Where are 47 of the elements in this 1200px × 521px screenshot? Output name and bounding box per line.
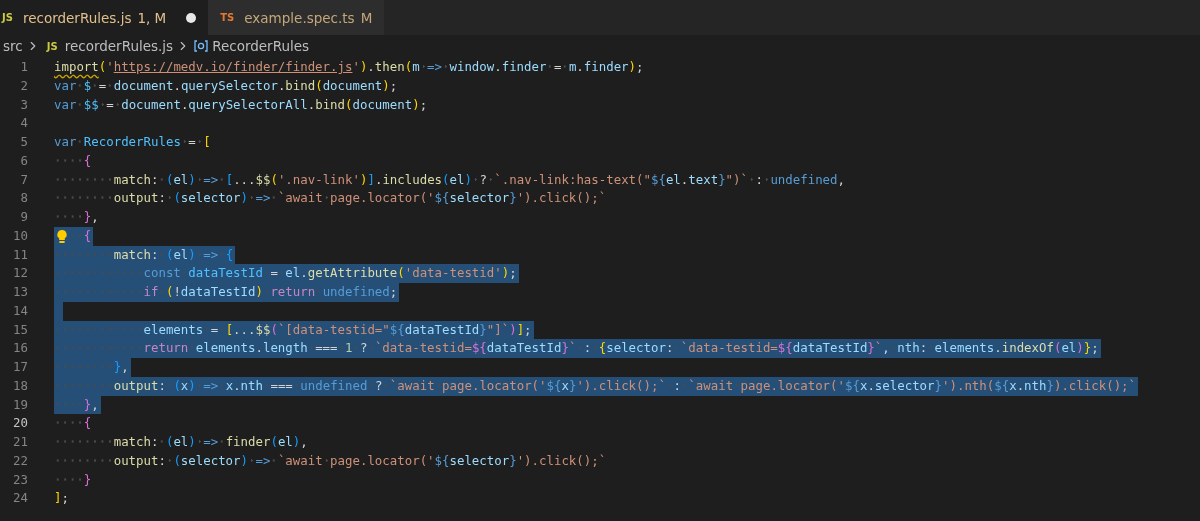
line-number: 23	[12, 470, 28, 489]
line-number: 15	[12, 320, 28, 339]
line-number: 14	[12, 301, 28, 320]
code-line: match: (el) => [...$$('.nav-link')].includes(el) ? `.nav-link:has-text("${el.text}")` : undefined,	[54, 170, 847, 190]
symbol-variable-icon	[193, 39, 210, 53]
line-number: 22	[12, 451, 28, 470]
line-number: 21	[12, 433, 28, 451]
file-type-icon: JS	[2, 12, 17, 23]
file-type-icon: JS	[46, 40, 62, 52]
code-line: ];	[54, 489, 70, 508]
code-line: match: (el) => finder(el),	[54, 433, 310, 452]
line-number: 11	[12, 245, 28, 264]
line-number: 4	[19, 114, 28, 133]
breadcrumb-item[interactable]: recorderRules.js	[64, 38, 174, 54]
editor-tab[interactable]: TS example.spec.ts M	[208, 0, 385, 35]
breadcrumb-item[interactable]: RecorderRules	[212, 38, 310, 54]
code-line: import('https://medv.io/finder/finder.js').then(m => window.finder = m.finder);	[54, 58, 645, 76]
line-number: 3	[19, 95, 28, 114]
line-number: 8	[19, 189, 28, 208]
tab-filename: example.spec.ts	[244, 9, 355, 26]
line-number: 1	[19, 58, 28, 76]
line-number: 17	[12, 358, 28, 376]
line-number: 5	[19, 133, 28, 151]
code-line: output: (selector) => `await page.locator('${selector}').click();`	[54, 451, 609, 471]
tab-filename: recorderRules.js	[22, 9, 132, 26]
editor-tab[interactable]: JS recorderRules.js 1, M	[0, 0, 209, 35]
breadcrumb-item[interactable]: src	[3, 38, 23, 54]
line-number: 6	[19, 151, 28, 170]
line-number: 13	[12, 283, 28, 301]
line-number: 19	[12, 395, 28, 414]
line-number: 24	[12, 489, 28, 508]
code-line: var RecorderRules = [	[54, 133, 212, 151]
tab-status: 1, M	[137, 9, 167, 26]
line-number: 7	[19, 170, 28, 189]
file-type-icon: TS	[220, 12, 239, 23]
line-number: 2	[19, 76, 28, 95]
code-line: output: (selector) => `await page.locator('${selector}').click();`	[54, 189, 609, 208]
tab-status: M	[360, 9, 373, 26]
line-number: 20	[12, 414, 28, 433]
code-line: var $ = document.querySelector.bind(document);	[54, 76, 399, 95]
code-line: var $$ = document.querySelectorAll.bind(document);	[54, 95, 429, 114]
line-number: 18	[12, 376, 28, 395]
line-number: 9	[19, 208, 28, 226]
line-number: 16	[12, 339, 28, 358]
line-number: 10	[12, 226, 28, 245]
line-number: 12	[12, 264, 28, 283]
lightbulb-icon[interactable]	[56, 228, 68, 244]
